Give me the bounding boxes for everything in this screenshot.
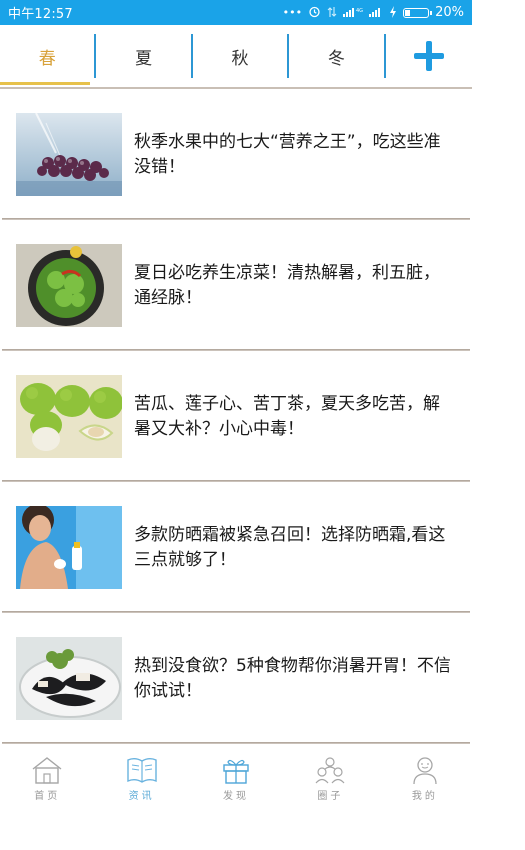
news-thumbnail-dish xyxy=(16,637,122,720)
status-icons: ••• 4G 20% xyxy=(283,5,464,20)
tab-winter[interactable]: 冬 xyxy=(289,25,383,87)
signal-icon xyxy=(369,6,383,20)
book-icon xyxy=(126,758,157,783)
nav-label: 首页 xyxy=(34,791,61,802)
nav-home[interactable]: 首页 xyxy=(0,745,94,807)
tab-label: 夏 xyxy=(135,48,153,69)
more-dots-icon: ••• xyxy=(282,6,303,19)
app-screen: 中午12:57 ••• 4G 20% 春 夏 秋 冬 秋季水果中的七大“营养之王… xyxy=(0,0,472,850)
status-bar: 中午12:57 ••• 4G 20% xyxy=(0,0,472,25)
news-title: 夏日必吃养生凉菜！清热解暑，利五脏，通经脉！ xyxy=(134,262,440,308)
news-thumbnail-grapes xyxy=(16,113,122,196)
nav-news[interactable]: 资讯 xyxy=(94,745,188,807)
signal-4g-icon: 4G xyxy=(343,6,363,20)
nav-label: 资讯 xyxy=(128,791,155,802)
news-title: 秋季水果中的七大“营养之王”，吃这些准没错！ xyxy=(134,131,441,177)
tab-label: 秋 xyxy=(231,48,249,69)
news-title: 多款防晒霜被紧急召回！选择防晒霜,看这三点就够了！ xyxy=(134,524,446,570)
data-arrows-icon xyxy=(327,6,337,20)
list-item[interactable]: 苦瓜、莲子心、苦丁茶，夏天多吃苦，解暑又大补？小心中毒！ xyxy=(0,351,472,482)
tab-label: 冬 xyxy=(327,48,345,69)
list-item[interactable]: 夏日必吃养生凉菜！清热解暑，利五脏，通经脉！ xyxy=(0,220,472,351)
news-thumbnail-salad xyxy=(16,244,122,327)
list-item[interactable]: 多款防晒霜被紧急召回！选择防晒霜,看这三点就够了！ xyxy=(0,482,472,613)
nav-label: 我的 xyxy=(411,791,438,802)
battery-level xyxy=(405,9,410,16)
nav-discover[interactable]: 发现 xyxy=(189,745,283,807)
group-icon xyxy=(315,757,345,784)
season-tab-bar: 春 夏 秋 冬 xyxy=(0,25,472,87)
tab-spring[interactable]: 春 xyxy=(0,25,94,87)
add-tab-button[interactable] xyxy=(386,25,473,87)
nav-label: 圈子 xyxy=(317,791,344,802)
alarm-icon xyxy=(308,5,321,20)
home-icon xyxy=(32,757,62,784)
news-thumbnail-sunscreen xyxy=(16,506,122,589)
tab-autumn[interactable]: 秋 xyxy=(193,25,287,87)
nav-circle[interactable]: 圈子 xyxy=(283,745,377,807)
battery-icon xyxy=(403,7,433,18)
list-item[interactable]: 热到没食欲？5种食物帮你消暑开胃！不信你试试！ xyxy=(0,613,472,744)
news-title: 热到没食欲？5种食物帮你消暑开胃！不信你试试！ xyxy=(134,655,451,701)
svg-text:4G: 4G xyxy=(356,8,363,14)
nav-label: 发现 xyxy=(223,791,250,802)
tab-summer[interactable]: 夏 xyxy=(96,25,190,87)
news-thumbnail-green-fruit xyxy=(16,375,122,458)
news-title: 苦瓜、莲子心、苦丁茶，夏天多吃苦，解暑又大补？小心中毒！ xyxy=(134,393,440,439)
battery-percent: 20% xyxy=(435,5,464,20)
gift-icon xyxy=(223,759,249,784)
news-list: 秋季水果中的七大“营养之王”，吃这些准没错！ 夏日必吃养生凉菜！清热解暑，利五脏… xyxy=(0,89,472,744)
nav-profile[interactable]: 我的 xyxy=(378,745,472,807)
bottom-navigation: 首页 资讯 发现 圈子 我的 xyxy=(0,745,472,807)
plus-icon xyxy=(413,41,444,71)
profile-icon xyxy=(413,757,437,785)
status-time: 中午12:57 xyxy=(8,7,73,22)
charging-icon xyxy=(389,5,397,20)
list-item[interactable]: 秋季水果中的七大“营养之王”，吃这些准没错！ xyxy=(0,89,472,220)
tab-label: 春 xyxy=(38,48,56,69)
